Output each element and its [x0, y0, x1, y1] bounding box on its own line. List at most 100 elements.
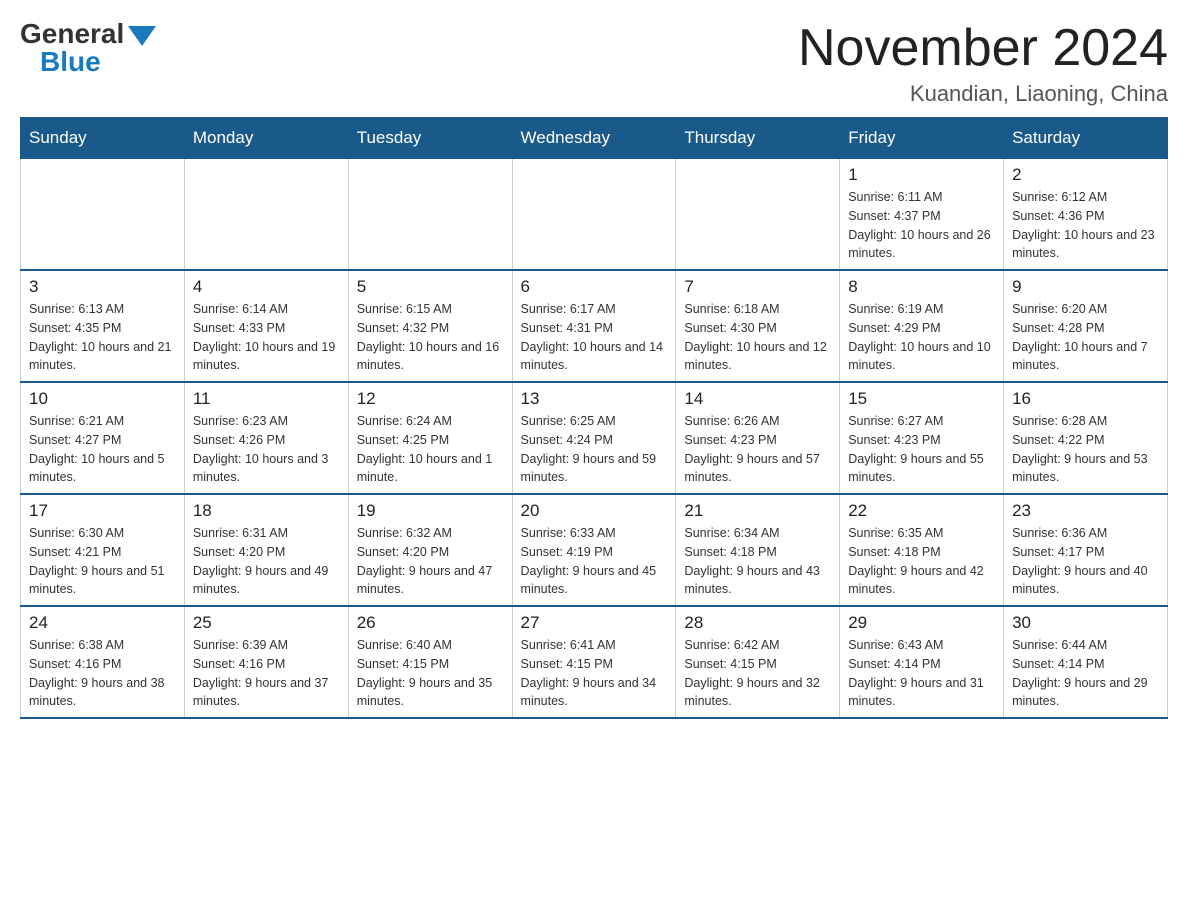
logo-blue-text: Blue: [40, 48, 156, 76]
day-info: Sunrise: 6:43 AMSunset: 4:14 PMDaylight:…: [848, 636, 995, 711]
day-info: Sunrise: 6:38 AMSunset: 4:16 PMDaylight:…: [29, 636, 176, 711]
day-info: Sunrise: 6:15 AMSunset: 4:32 PMDaylight:…: [357, 300, 504, 375]
calendar-week-row-1: 1Sunrise: 6:11 AMSunset: 4:37 PMDaylight…: [21, 159, 1168, 271]
day-info: Sunrise: 6:44 AMSunset: 4:14 PMDaylight:…: [1012, 636, 1159, 711]
calendar-cell-2-5: 7Sunrise: 6:18 AMSunset: 4:30 PMDaylight…: [676, 270, 840, 382]
day-number: 24: [29, 613, 176, 633]
day-info: Sunrise: 6:32 AMSunset: 4:20 PMDaylight:…: [357, 524, 504, 599]
calendar-week-row-2: 3 Sunrise: 6:13 AMSunset: 4:35 PMDaylight…: [21, 270, 1168, 382]
col-saturday: Saturday: [1004, 118, 1168, 159]
col-friday: Friday: [840, 118, 1004, 159]
page-header: General Blue November 2024 Kuandian, Lia…: [20, 20, 1168, 107]
day-number: 16: [1012, 389, 1159, 409]
col-thursday: Thursday: [676, 118, 840, 159]
day-number: 1: [848, 165, 995, 185]
calendar-cell-5-5: 28 Sunrise: 6:42 AMSunset: 4:15 PMDayligh…: [676, 606, 840, 718]
calendar-cell-4-2: 18 Sunrise: 6:31 AMSunset: 4:20 PMDayligh…: [184, 494, 348, 606]
month-year-title: November 2024: [798, 20, 1168, 77]
calendar-cell-3-7: 16 Sunrise: 6:28 AMSunset: 4:22 PMDayligh…: [1004, 382, 1168, 494]
calendar-cell-4-5: 21 Sunrise: 6:34 AMSunset: 4:18 PMDayligh…: [676, 494, 840, 606]
col-monday: Monday: [184, 118, 348, 159]
day-number: 5: [357, 277, 504, 297]
logo-triangle-icon: [128, 26, 156, 46]
calendar-cell-1-1: [21, 159, 185, 271]
day-info: Sunrise: 6:39 AMSunset: 4:16 PMDaylight:…: [193, 636, 340, 711]
day-info: Sunrise: 6:40 AMSunset: 4:15 PMDaylight:…: [357, 636, 504, 711]
calendar-cell-5-3: 26 Sunrise: 6:40 AMSunset: 4:15 PMDayligh…: [348, 606, 512, 718]
col-tuesday: Tuesday: [348, 118, 512, 159]
logo: General Blue: [20, 20, 156, 76]
day-info: Sunrise: 6:19 AMSunset: 4:29 PMDaylight:…: [848, 300, 995, 375]
day-info: Sunrise: 6:18 AMSunset: 4:30 PMDaylight:…: [684, 300, 831, 375]
day-number: 27: [521, 613, 668, 633]
day-number: 29: [848, 613, 995, 633]
calendar-cell-1-4: [512, 159, 676, 271]
day-number: 18: [193, 501, 340, 521]
day-number: 3: [29, 277, 176, 297]
calendar-cell-1-3: [348, 159, 512, 271]
day-number: 30: [1012, 613, 1159, 633]
location-subtitle: Kuandian, Liaoning, China: [798, 81, 1168, 107]
calendar-cell-2-4: 6 Sunrise: 6:17 AMSunset: 4:31 PMDaylight…: [512, 270, 676, 382]
day-number: 21: [684, 501, 831, 521]
calendar-cell-5-7: 30 Sunrise: 6:44 AMSunset: 4:14 PMDayligh…: [1004, 606, 1168, 718]
day-number: 22: [848, 501, 995, 521]
day-number: 15: [848, 389, 995, 409]
day-info: Sunrise: 6:14 AMSunset: 4:33 PMDaylight:…: [193, 300, 340, 375]
calendar-cell-1-5: [676, 159, 840, 271]
day-number: 4: [193, 277, 340, 297]
day-info: Sunrise: 6:12 AMSunset: 4:36 PMDaylight:…: [1012, 188, 1159, 263]
day-info: Sunrise: 6:21 AMSunset: 4:27 PMDaylight:…: [29, 412, 176, 487]
calendar-cell-2-3: 5 Sunrise: 6:15 AMSunset: 4:32 PMDaylight…: [348, 270, 512, 382]
day-number: 8: [848, 277, 995, 297]
calendar-cell-4-4: 20 Sunrise: 6:33 AMSunset: 4:19 PMDayligh…: [512, 494, 676, 606]
day-info: Sunrise: 6:23 AMSunset: 4:26 PMDaylight:…: [193, 412, 340, 487]
calendar-cell-2-7: 9Sunrise: 6:20 AMSunset: 4:28 PMDaylight…: [1004, 270, 1168, 382]
day-number: 2: [1012, 165, 1159, 185]
col-wednesday: Wednesday: [512, 118, 676, 159]
day-info: Sunrise: 6:42 AMSunset: 4:15 PMDaylight:…: [684, 636, 831, 711]
calendar-cell-3-5: 14 Sunrise: 6:26 AMSunset: 4:23 PMDayligh…: [676, 382, 840, 494]
day-info: Sunrise: 6:24 AMSunset: 4:25 PMDaylight:…: [357, 412, 504, 487]
calendar-cell-4-6: 22Sunrise: 6:35 AMSunset: 4:18 PMDayligh…: [840, 494, 1004, 606]
day-number: 12: [357, 389, 504, 409]
day-number: 23: [1012, 501, 1159, 521]
day-info: Sunrise: 6:17 AMSunset: 4:31 PMDaylight:…: [521, 300, 668, 375]
day-number: 28: [684, 613, 831, 633]
day-info: Sunrise: 6:13 AMSunset: 4:35 PMDaylight:…: [29, 300, 176, 375]
day-info: Sunrise: 6:28 AMSunset: 4:22 PMDaylight:…: [1012, 412, 1159, 487]
calendar-cell-1-6: 1Sunrise: 6:11 AMSunset: 4:37 PMDaylight…: [840, 159, 1004, 271]
calendar-week-row-3: 10 Sunrise: 6:21 AMSunset: 4:27 PMDayligh…: [21, 382, 1168, 494]
logo-general-text: General: [20, 20, 124, 48]
calendar-cell-2-6: 8 Sunrise: 6:19 AMSunset: 4:29 PMDaylight…: [840, 270, 1004, 382]
calendar-cell-2-1: 3 Sunrise: 6:13 AMSunset: 4:35 PMDaylight…: [21, 270, 185, 382]
col-sunday: Sunday: [21, 118, 185, 159]
day-info: Sunrise: 6:33 AMSunset: 4:19 PMDaylight:…: [521, 524, 668, 599]
day-info: Sunrise: 6:31 AMSunset: 4:20 PMDaylight:…: [193, 524, 340, 599]
day-info: Sunrise: 6:25 AMSunset: 4:24 PMDaylight:…: [521, 412, 668, 487]
day-number: 19: [357, 501, 504, 521]
day-number: 26: [357, 613, 504, 633]
calendar-cell-4-3: 19 Sunrise: 6:32 AMSunset: 4:20 PMDayligh…: [348, 494, 512, 606]
day-number: 17: [29, 501, 176, 521]
calendar-cell-3-6: 15Sunrise: 6:27 AMSunset: 4:23 PMDayligh…: [840, 382, 1004, 494]
day-number: 6: [521, 277, 668, 297]
calendar-table: Sunday Monday Tuesday Wednesday Thursday…: [20, 117, 1168, 719]
day-number: 25: [193, 613, 340, 633]
calendar-cell-3-2: 11Sunrise: 6:23 AMSunset: 4:26 PMDayligh…: [184, 382, 348, 494]
calendar-cell-2-2: 4 Sunrise: 6:14 AMSunset: 4:33 PMDaylight…: [184, 270, 348, 382]
calendar-cell-5-1: 24 Sunrise: 6:38 AMSunset: 4:16 PMDayligh…: [21, 606, 185, 718]
calendar-cell-4-7: 23Sunrise: 6:36 AMSunset: 4:17 PMDayligh…: [1004, 494, 1168, 606]
calendar-cell-4-1: 17Sunrise: 6:30 AMSunset: 4:21 PMDayligh…: [21, 494, 185, 606]
day-info: Sunrise: 6:34 AMSunset: 4:18 PMDaylight:…: [684, 524, 831, 599]
day-number: 10: [29, 389, 176, 409]
day-number: 20: [521, 501, 668, 521]
day-info: Sunrise: 6:26 AMSunset: 4:23 PMDaylight:…: [684, 412, 831, 487]
title-block: November 2024 Kuandian, Liaoning, China: [798, 20, 1168, 107]
calendar-cell-5-6: 29 Sunrise: 6:43 AMSunset: 4:14 PMDayligh…: [840, 606, 1004, 718]
calendar-week-row-5: 24 Sunrise: 6:38 AMSunset: 4:16 PMDayligh…: [21, 606, 1168, 718]
day-number: 13: [521, 389, 668, 409]
calendar-cell-5-4: 27Sunrise: 6:41 AMSunset: 4:15 PMDayligh…: [512, 606, 676, 718]
calendar-cell-5-2: 25 Sunrise: 6:39 AMSunset: 4:16 PMDayligh…: [184, 606, 348, 718]
day-number: 14: [684, 389, 831, 409]
